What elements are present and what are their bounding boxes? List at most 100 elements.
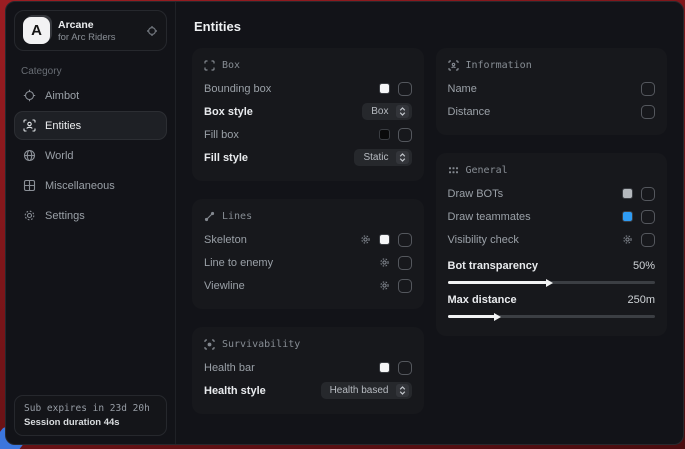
section-title: Box [222, 60, 240, 71]
chevron-updown-icon [396, 384, 409, 397]
dropdown-value: Box [371, 106, 388, 117]
sidebar-item-label: World [45, 150, 74, 162]
setting-label: Skeleton [204, 234, 247, 246]
checkbox[interactable] [398, 128, 412, 142]
sidebar-item-label: Entities [45, 120, 81, 132]
slider-fill [448, 281, 548, 284]
gear-icon[interactable] [360, 234, 371, 245]
color-swatch[interactable] [622, 211, 633, 222]
sync-icon[interactable] [146, 25, 158, 37]
dropdown-value: Static [363, 152, 388, 163]
setting-label: Draw BOTs [448, 188, 504, 200]
slider-value: 250m [627, 294, 655, 306]
sidebar-item-aimbot[interactable]: Aimbot [14, 81, 167, 110]
person-scan-icon [23, 119, 36, 132]
dropdown-value: Health based [330, 385, 389, 396]
setting-row-visibility-check: Visibility check [448, 228, 656, 251]
profile-text: Arcane for Arc Riders [58, 19, 138, 43]
section-survivability: Survivability Health bar Health style [192, 327, 424, 414]
setting-label: Fill box [204, 129, 239, 141]
setting-row-health-bar: Health bar [204, 356, 412, 379]
chevron-updown-icon [396, 151, 409, 164]
line-icon [204, 211, 215, 222]
setting-row-draw-teammates: Draw teammates [448, 205, 656, 228]
color-swatch[interactable] [379, 129, 390, 140]
checkbox[interactable] [398, 233, 412, 247]
setting-label: Box style [204, 106, 253, 118]
setting-row-health-style: Health style Health based [204, 379, 412, 402]
color-swatch[interactable] [379, 83, 390, 94]
gear-icon[interactable] [379, 280, 390, 291]
grid-dots-icon [448, 165, 459, 176]
checkbox[interactable] [398, 82, 412, 96]
profile-card: A Arcane for Arc Riders [14, 10, 167, 51]
globe-icon [23, 149, 36, 162]
setting-label: Viewline [204, 280, 245, 292]
chevron-updown-icon [396, 105, 409, 118]
setting-row-draw-bots: Draw BOTs [448, 182, 656, 205]
sidebar-item-settings[interactable]: Settings [14, 201, 167, 230]
section-lines: Lines Skeleton Line to enemy [192, 199, 424, 309]
slider-track[interactable] [448, 281, 656, 284]
sidebar-item-miscellaneous[interactable]: Miscellaneous [14, 171, 167, 200]
gear-icon[interactable] [622, 234, 633, 245]
setting-row-bounding-box: Bounding box [204, 77, 412, 100]
checkbox[interactable] [641, 82, 655, 96]
color-swatch[interactable] [379, 234, 390, 245]
setting-label: Bounding box [204, 83, 271, 95]
gear-icon[interactable] [379, 257, 390, 268]
setting-row-name: Name [448, 77, 656, 100]
checkbox[interactable] [398, 279, 412, 293]
sidebar-item-world[interactable]: World [14, 141, 167, 170]
slider-label: Bot transparency [448, 260, 538, 272]
checkbox[interactable] [641, 105, 655, 119]
setting-label: Draw teammates [448, 211, 531, 223]
section-general: General Draw BOTs Draw teammates [436, 153, 668, 336]
setting-label: Health bar [204, 362, 255, 374]
box-style-dropdown[interactable]: Box [362, 103, 411, 120]
crosshair-icon [23, 89, 36, 102]
dashed-box-icon [204, 60, 215, 71]
health-style-dropdown[interactable]: Health based [321, 382, 412, 399]
main-content: Entities Box Bounding box [176, 2, 683, 444]
setting-label: Health style [204, 385, 266, 397]
page-title: Entities [194, 19, 667, 34]
slider-thumb[interactable] [546, 279, 553, 287]
color-swatch[interactable] [379, 362, 390, 373]
grid-icon [23, 179, 36, 192]
section-title: General [466, 165, 508, 176]
sidebar-item-label: Settings [45, 210, 85, 222]
slider-thumb[interactable] [494, 313, 501, 321]
fill-style-dropdown[interactable]: Static [354, 149, 411, 166]
setting-label: Visibility check [448, 234, 519, 246]
setting-row-skeleton: Skeleton [204, 228, 412, 251]
sidebar: A Arcane for Arc Riders Category Aimbot [6, 2, 176, 444]
slider-label: Max distance [448, 294, 517, 306]
subscription-card: Sub expires in 23d 20h Session duration … [14, 395, 167, 436]
checkbox[interactable] [641, 233, 655, 247]
category-label: Category [21, 66, 167, 77]
color-swatch[interactable] [622, 188, 633, 199]
avatar: A [23, 17, 50, 44]
sidebar-item-entities[interactable]: Entities [14, 111, 167, 140]
section-title: Lines [222, 211, 252, 222]
sidebar-item-label: Miscellaneous [45, 180, 115, 192]
gear-icon [23, 209, 36, 222]
setting-label: Name [448, 83, 477, 95]
checkbox[interactable] [641, 210, 655, 224]
section-information: Information Name Distance [436, 48, 668, 135]
setting-row-fill-box: Fill box [204, 123, 412, 146]
setting-row-box-style: Box style Box [204, 100, 412, 123]
checkbox[interactable] [398, 256, 412, 270]
setting-label: Distance [448, 106, 491, 118]
checkbox[interactable] [398, 361, 412, 375]
slider-track[interactable] [448, 315, 656, 318]
section-box: Box Bounding box Box style Box [192, 48, 424, 181]
checkbox[interactable] [641, 187, 655, 201]
slider-max-distance: Max distance 250m [448, 290, 656, 318]
section-title: Survivability [222, 339, 300, 350]
slider-bot-transparency: Bot transparency 50% [448, 256, 656, 284]
setting-row-distance: Distance [448, 100, 656, 123]
setting-label: Line to enemy [204, 257, 273, 269]
app-window: A Arcane for Arc Riders Category Aimbot [5, 1, 684, 445]
